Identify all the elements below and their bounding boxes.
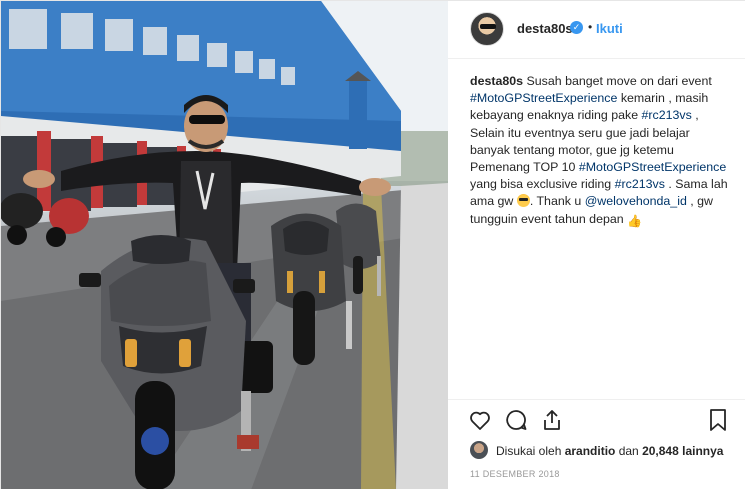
post-date[interactable]: 11 DESEMBER 2018 [470,469,560,479]
heart-icon[interactable] [468,408,492,432]
post-actions [448,399,745,439]
likes-count[interactable]: 20,848 [642,444,679,458]
likes-suffix[interactable]: lainnya [679,444,723,458]
comment-icon[interactable] [504,408,528,432]
post-caption: desta80s Susah banget move on dari event… [470,73,730,228]
sunglasses-emoji-icon [516,194,530,208]
hashtag-link[interactable]: #MotoGPStreetExperience [579,160,726,174]
post-header: desta80s ✓ • Ikuti [448,1,745,59]
caption-text: yang bisa exclusive riding [470,177,615,192]
follow-button[interactable]: Ikuti [596,21,623,36]
caption-username[interactable]: desta80s [470,74,523,88]
post-photo[interactable] [1,1,448,489]
instagram-post: desta80s ✓ • Ikuti desta80s Susah banget… [0,0,745,489]
share-icon[interactable] [540,408,564,432]
mention-link[interactable]: @welovehonda_id [585,194,687,208]
caption-text: . Thank u [529,194,585,209]
hashtag-link[interactable]: #rc213vs [642,108,692,122]
bookmark-icon[interactable] [706,408,730,432]
liker-avatar[interactable] [470,441,488,459]
hashtag-link[interactable]: #MotoGPStreetExperience [470,91,617,105]
thumbs-up-emoji-icon: 👍 [627,213,643,228]
likes-text[interactable]: Disukai oleh aranditio dan 20,848 lainny… [496,444,723,458]
verified-badge-icon: ✓ [570,21,583,34]
author-avatar[interactable] [470,12,504,46]
post-sidebar: desta80s ✓ • Ikuti desta80s Susah banget… [448,1,745,489]
likes-prefix: Disukai oleh [496,444,565,458]
photo-illustration [1,1,448,489]
caption-text: Susah banget move on dari event [523,74,712,88]
hashtag-link[interactable]: #rc213vs [615,177,665,191]
author-username[interactable]: desta80s [517,21,573,36]
header-separator: • [588,20,593,34]
likes-middle: dan [615,444,643,458]
liker-username[interactable]: aranditio [565,444,616,458]
